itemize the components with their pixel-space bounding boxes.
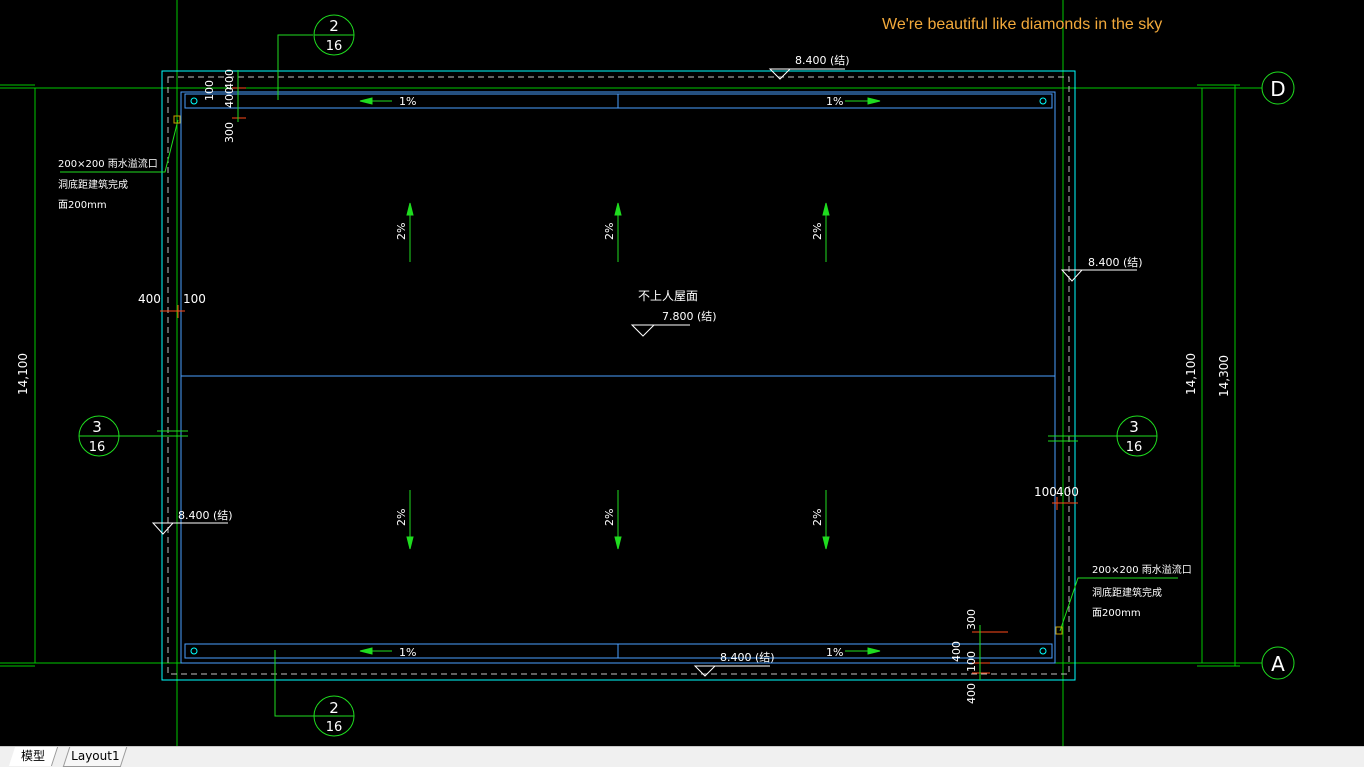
callout-bottom-num: 2 — [329, 699, 339, 717]
callout-left-den: 16 — [89, 440, 106, 455]
section-callout-right[interactable]: 3 16 — [1048, 415, 1158, 457]
callout-right-den: 16 — [1126, 440, 1143, 455]
dim-right-outer: 14,300 — [1217, 355, 1231, 397]
elevation-center: 7.800 (结) — [630, 310, 717, 337]
layout-tab-bar: 模型 Layout1 — [0, 746, 1364, 767]
gutter-slope-bl: 1% — [399, 646, 416, 659]
svg-text:洞底距建筑完成: 洞底距建筑完成 — [58, 178, 128, 191]
dim-br-400b: 400 — [965, 683, 978, 704]
dim-right-inner: 14,100 — [1184, 353, 1198, 395]
roof-slope-4: 2% — [395, 509, 408, 526]
callout-right-num: 3 — [1129, 418, 1139, 436]
tab-layout1[interactable]: Layout1 — [62, 747, 128, 767]
svg-text:200×200 雨水溢流口: 200×200 雨水溢流口 — [1092, 563, 1192, 576]
roof-slope-3: 2% — [811, 223, 824, 240]
dim-br-100: 100 — [965, 651, 978, 672]
roof-slope-6: 2% — [811, 509, 824, 526]
svg-text:面200mm: 面200mm — [58, 200, 107, 211]
dim-left-total: 14,100 — [16, 353, 30, 395]
gutter-slope-tr: 1% — [826, 95, 843, 108]
dim-left-offset-b: 100 — [183, 292, 206, 306]
svg-text:8.400 (结): 8.400 (结) — [1088, 256, 1143, 269]
elevation-left: 8.400 (结) — [151, 509, 233, 535]
svg-text:8.400 (结): 8.400 (结) — [795, 54, 850, 67]
roof-type-label: 不上人屋面 — [638, 289, 698, 303]
tab-model-label: 模型 — [20, 749, 45, 763]
callout-top-den: 16 — [326, 39, 343, 54]
dim-tl-400b: 400 — [223, 69, 236, 90]
dim-right-offset-a: 100 — [1034, 485, 1057, 499]
axis-a-label: A — [1271, 652, 1285, 676]
grid-lines — [0, 0, 1262, 746]
section-callout-top[interactable]: 2 16 — [277, 14, 355, 100]
dimension-ticks — [160, 87, 1078, 674]
overlay-banner-text: We're beautiful like diamonds in the sky — [882, 16, 1163, 33]
dim-right-offset-b: 400 — [1056, 485, 1079, 499]
callout-top-num: 2 — [329, 17, 339, 35]
section-callout-left[interactable]: 3 16 — [78, 415, 188, 457]
callout-left-num: 3 — [92, 418, 102, 436]
elevation-right: 8.400 (结) — [1060, 256, 1143, 282]
axis-d-label: D — [1270, 77, 1285, 101]
dim-tl-300: 300 — [223, 122, 236, 143]
gutter-slope-br: 1% — [826, 646, 843, 659]
dim-br-300: 300 — [965, 609, 978, 630]
roof-outline — [161, 70, 1076, 681]
axis-bubble-d[interactable]: D — [1261, 71, 1295, 105]
overflow-note-br: 200×200 雨水溢流口 洞底距建筑完成 面200mm — [1055, 563, 1192, 635]
dim-tl-100: 100 — [203, 80, 216, 101]
roof-slope-2: 2% — [603, 223, 616, 240]
svg-text:8.400 (结): 8.400 (结) — [178, 509, 233, 522]
dim-br-400a: 400 — [950, 641, 963, 662]
svg-text:洞底距建筑完成: 洞底距建筑完成 — [1092, 586, 1162, 599]
roof-slope-1: 2% — [395, 223, 408, 240]
svg-text:7.800 (结): 7.800 (结) — [662, 310, 717, 323]
svg-text:200×200 雨水溢流口: 200×200 雨水溢流口 — [58, 157, 158, 170]
gutter-slope-tl: 1% — [399, 95, 416, 108]
roof-slope-5: 2% — [603, 509, 616, 526]
drawing-canvas[interactable]: 2 16 2 16 3 16 3 16 D A 8.400 (结) 8.400 … — [0, 0, 1364, 746]
dimension-lines — [237, 70, 981, 680]
tab-layout1-label: Layout1 — [70, 749, 120, 763]
axis-bubble-a[interactable]: A — [1261, 646, 1295, 680]
tab-model[interactable]: 模型 — [8, 747, 59, 766]
svg-text:面200mm: 面200mm — [1092, 608, 1141, 619]
dim-left-offset-a: 400 — [138, 292, 161, 306]
elevation-top: 8.400 (结) — [768, 54, 850, 80]
svg-text:8.400 (结): 8.400 (结) — [720, 651, 775, 664]
callout-bottom-den: 16 — [326, 720, 343, 735]
